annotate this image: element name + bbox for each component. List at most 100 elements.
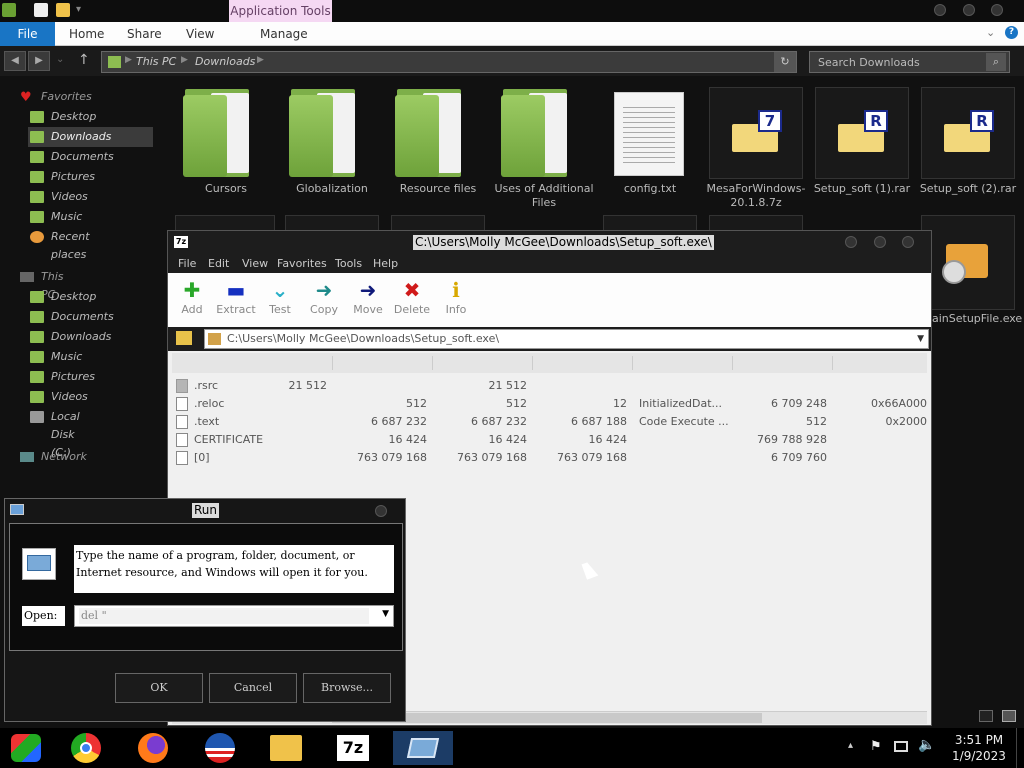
7zip-address-input[interactable]: C:\Users\Molly McGee\Downloads\Setup_sof… — [204, 329, 929, 349]
recent-dropdown-icon[interactable]: ⌄ — [56, 54, 64, 65]
volume-icon[interactable]: 🔈 — [918, 737, 935, 753]
info-button[interactable]: ℹ Info — [436, 279, 476, 316]
window-glyph — [27, 555, 51, 571]
folder-additional-files-icon[interactable] — [501, 89, 571, 177]
minimize-button[interactable] — [845, 236, 857, 248]
menu-favorites[interactable]: Favorites — [277, 257, 327, 270]
refresh-button[interactable]: ↻ — [774, 52, 796, 72]
table-row[interactable]: CERTIFICATE 16 424 16 424 16 424 769 788… — [172, 431, 927, 449]
text-file-icon[interactable] — [614, 92, 684, 176]
details-view-icon[interactable] — [979, 710, 993, 722]
maximize-button[interactable] — [874, 236, 886, 248]
copy-button[interactable]: ➜ Copy — [304, 279, 344, 316]
back-button[interactable]: ◀ — [4, 51, 26, 71]
chevron-down-icon[interactable]: ▾ — [76, 4, 81, 15]
chevron-right-icon: ▶ — [257, 55, 264, 65]
up-arrow-icon[interactable]: ↑ — [78, 52, 90, 68]
taskbar-firefox-button[interactable] — [133, 731, 177, 765]
close-button[interactable] — [902, 236, 914, 248]
toolbar-label: Info — [445, 303, 467, 316]
move-button[interactable]: ➜ Move — [348, 279, 388, 316]
info-icon: ℹ — [452, 278, 460, 302]
address-bar[interactable]: ▶ This PC ▶ Downloads ▶ ↻ — [101, 51, 797, 73]
search-icon[interactable]: ⌕ — [986, 53, 1006, 71]
chevron-down-icon[interactable]: ▼ — [917, 330, 924, 348]
file-label: MesaForWindows-20.1.8.7z — [706, 182, 806, 209]
cancel-button[interactable]: Cancel — [209, 673, 297, 703]
folder-cursors-icon[interactable] — [183, 89, 253, 177]
show-hidden-icons-icon[interactable]: ▴ — [848, 740, 853, 751]
new-folder-icon[interactable] — [56, 3, 70, 17]
tab-view[interactable]: View — [186, 22, 214, 46]
table-row[interactable]: .text 6 687 232 6 687 232 6 687 188 Code… — [172, 413, 927, 431]
menu-help[interactable]: Help — [373, 257, 398, 270]
cell-packed: 16 424 — [488, 433, 528, 446]
properties-icon[interactable] — [34, 3, 48, 17]
forward-button[interactable]: ▶ — [28, 51, 50, 71]
taskbar-app-button[interactable] — [200, 731, 244, 765]
tab-home[interactable]: Home — [69, 22, 104, 46]
close-button[interactable] — [991, 4, 1003, 16]
ok-button[interactable]: OK — [115, 673, 203, 703]
close-button[interactable] — [375, 505, 387, 517]
chevron-down-icon[interactable]: ▼ — [382, 609, 389, 619]
tab-file[interactable]: File — [0, 22, 55, 46]
taskbar-run-button[interactable] — [393, 731, 453, 765]
search-input[interactable]: Search Downloads — [809, 51, 1010, 73]
taskbar-7zip-button[interactable]: 7z — [331, 731, 375, 765]
menu-edit[interactable]: Edit — [208, 257, 229, 270]
add-button[interactable]: ✚ Add — [172, 279, 212, 316]
test-icon: ⌄ — [271, 278, 289, 302]
table-row[interactable]: .rsrc 21 512 21 512 — [172, 377, 927, 395]
chrome-center — [80, 742, 92, 754]
extract-icon: ▬ — [226, 278, 246, 302]
nav-label: Music — [51, 210, 83, 223]
7zip-menubar: File Edit View Favorites Tools Help — [168, 255, 931, 273]
file-tile-rar-1[interactable]: R — [815, 87, 909, 179]
minimize-button[interactable] — [934, 4, 946, 16]
delete-button[interactable]: ✖ Delete — [392, 279, 432, 316]
taskbar-file-explorer-button[interactable] — [264, 731, 308, 765]
ribbon-expand-icon[interactable]: ⌄ — [986, 26, 995, 39]
folder-globalization-icon[interactable] — [289, 89, 359, 177]
tab-manage[interactable]: Manage — [260, 22, 308, 46]
flag-icon[interactable]: ⚑ — [870, 739, 882, 754]
file-tile-7z[interactable]: 7 — [709, 87, 803, 179]
file-tile-rar-2[interactable]: R — [921, 87, 1015, 179]
maximize-button[interactable] — [963, 4, 975, 16]
extract-button[interactable]: ▬ Extract — [216, 279, 256, 316]
7zip-logo-icon: 7z — [174, 236, 188, 248]
browse-button[interactable]: Browse... — [303, 673, 391, 703]
breadcrumb-downloads[interactable]: Downloads — [195, 55, 255, 68]
network-status-icon[interactable] — [894, 741, 908, 752]
7zip-address-row: C:\Users\Molly McGee\Downloads\Setup_sof… — [168, 327, 931, 351]
folder-up-icon[interactable] — [176, 331, 192, 345]
file-tile-setup-exe[interactable] — [921, 215, 1015, 310]
test-button[interactable]: ⌄ Test — [260, 279, 300, 316]
cell-packed: 512 — [506, 397, 527, 410]
cell-packed: 21 512 — [488, 379, 528, 392]
folder-resource-files-icon[interactable] — [395, 89, 465, 177]
menu-view[interactable]: View — [242, 257, 268, 270]
tab-share[interactable]: Share — [127, 22, 162, 46]
file-label: Globalization — [296, 182, 368, 195]
run-command-input[interactable]: del " ▼ — [74, 605, 394, 627]
menu-file[interactable]: File — [178, 257, 196, 270]
large-icons-view-icon[interactable] — [1002, 710, 1016, 722]
text-lines — [623, 103, 675, 163]
help-icon[interactable]: ? — [1005, 26, 1018, 39]
taskbar-chrome-button[interactable] — [66, 731, 110, 765]
cell-size: 16 424 — [388, 433, 428, 446]
taskbar-explorer-button[interactable] — [6, 731, 50, 765]
breadcrumb-this-pc[interactable]: This PC — [136, 55, 176, 68]
start-logo-icon — [11, 734, 41, 762]
file-label: Resource files — [399, 182, 477, 195]
file-label: Setup_soft (1).rar — [813, 182, 911, 195]
clock[interactable]: 3:51 PM 1/9/2023 — [952, 732, 1006, 764]
menu-tools[interactable]: Tools — [335, 257, 362, 270]
nav-label: Recent places — [51, 230, 90, 261]
table-row[interactable]: .reloc 512 512 12 InitializedDat... 6 70… — [172, 395, 927, 413]
network-icon — [20, 452, 34, 462]
table-row[interactable]: [0] 763 079 168 763 079 168 763 079 168 … — [172, 449, 927, 467]
show-desktop-button[interactable] — [1016, 728, 1024, 768]
